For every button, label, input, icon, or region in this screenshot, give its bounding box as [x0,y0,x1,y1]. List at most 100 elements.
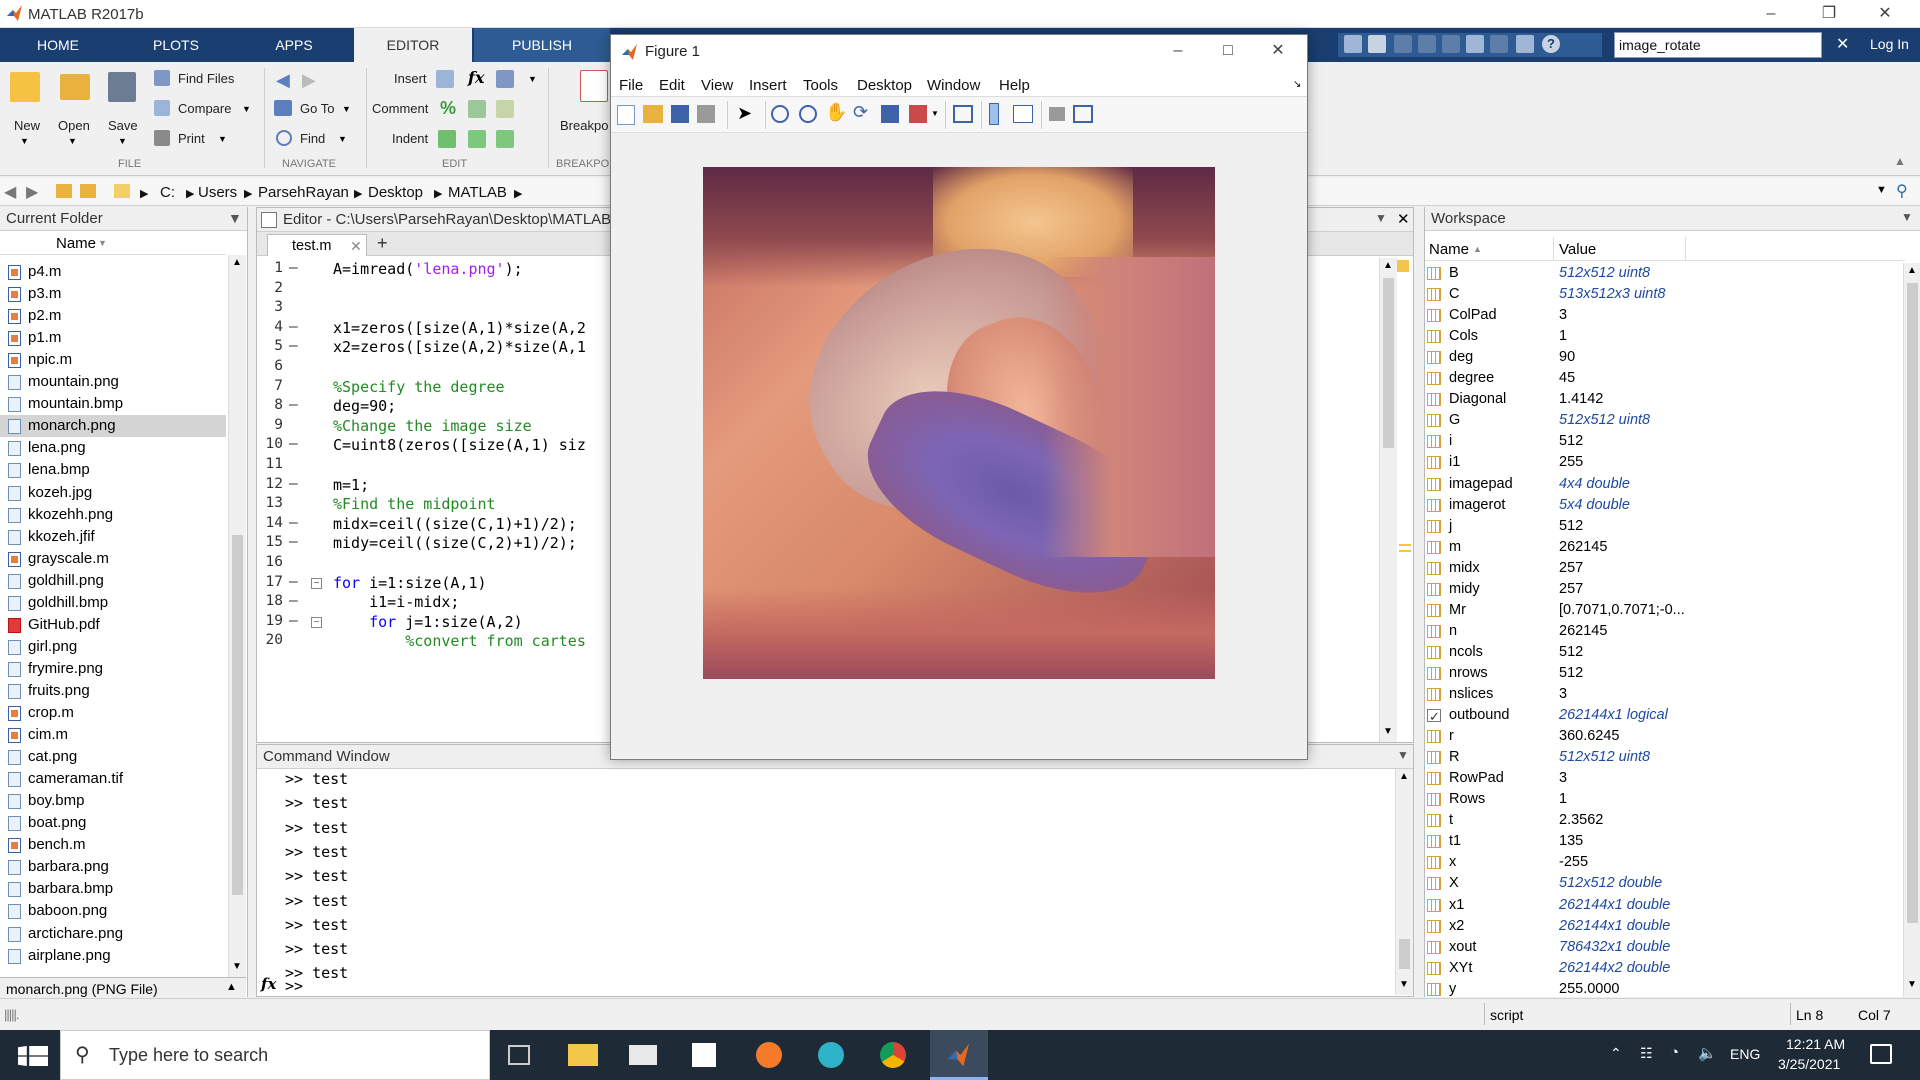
breakpoint-marker[interactable]: – [289,593,298,609]
sort-arrow-icon[interactable]: ▼ [98,238,107,248]
figure-maximize-button[interactable]: □ [1205,39,1251,63]
hide-plot-tools-icon[interactable] [1049,107,1065,121]
command-output[interactable]: >> test >> test >> test >> test >> test >> te… [257,769,1387,991]
show-hidden-icons-icon[interactable]: ⌃ [1610,1045,1622,1062]
up-folder-icon[interactable] [56,184,72,198]
new-button[interactable]: New [14,118,40,133]
workspace-variable-row[interactable]: B 512x512 uint8 [1425,263,1905,284]
breakpoint-marker[interactable]: – [289,338,298,354]
command-window-actions-icon[interactable]: ▼ [1397,748,1409,762]
file-list-item[interactable]: cat.png [8,746,77,768]
breakpoint-marker[interactable]: – [289,515,298,531]
menu-desktop[interactable]: Desktop [857,77,912,94]
workspace-variable-row[interactable]: R 512x512 uint8 [1425,747,1905,768]
file-list-item[interactable]: goldhill.png [8,570,104,592]
collapse-ribbon-icon[interactable]: ▲ [1894,154,1906,168]
scroll-down-icon[interactable]: ▼ [1399,979,1409,990]
scroll-thumb[interactable] [1907,283,1918,923]
chrome-icon[interactable] [880,1042,906,1068]
workspace-variable-row[interactable]: Rows 1 [1425,789,1905,810]
wrap-comments-icon[interactable] [496,100,514,118]
breakpoint-marker[interactable]: – [289,397,298,413]
close-tab-icon[interactable]: ✕ [350,238,362,255]
zoom-in-icon[interactable] [771,105,789,123]
chevron-down-icon[interactable]: ▼ [342,104,351,114]
file-list-item[interactable]: GitHub.pdf [8,614,100,636]
workspace-variable-row[interactable]: x1 262144x1 double [1425,895,1905,916]
copy-icon[interactable] [1418,35,1436,53]
code-line[interactable]: midx=ceil((size(C,1)+1)/2); [333,515,577,533]
figure-minimize-button[interactable]: – [1155,39,1201,63]
workspace-variable-row[interactable]: ✓ outbound 262144x1 logical [1425,705,1905,726]
clock-time[interactable]: 12:21 AM [1786,1036,1845,1052]
code-line[interactable]: %Change the image size [333,417,532,435]
file-list-item[interactable]: barbara.png [8,856,109,878]
file-list-item[interactable]: kkozehh.png [8,504,113,526]
file-list-item[interactable]: cameraman.tif [8,768,123,790]
scroll-down-icon[interactable]: ▼ [232,961,242,972]
name-column-header[interactable]: Name [56,235,96,252]
workspace-variable-row[interactable]: midy 257 [1425,579,1905,600]
code-line[interactable]: for j=1:size(A,2) [333,613,523,631]
compare-icon[interactable] [154,100,170,116]
file-list-item[interactable]: mountain.bmp [8,393,123,415]
scroll-thumb[interactable] [232,535,243,895]
workspace-variable-row[interactable]: imagerot 5x4 double [1425,495,1905,516]
file-list-item[interactable]: kozeh.jpg [8,482,92,504]
open-icon[interactable] [60,74,90,100]
figure-close-button[interactable]: ✕ [1255,39,1301,63]
file-list-item[interactable]: cim.m [8,724,68,746]
breadcrumb-user[interactable]: ParsehRayan [258,184,349,201]
insert-button[interactable]: Insert [394,71,427,86]
code-line[interactable]: %Find the midpoint [333,495,496,513]
file-list-item[interactable]: boat.png [8,812,86,834]
sort-arrow-icon[interactable]: ▲ [1473,244,1482,254]
colorbar-icon[interactable] [989,103,999,125]
wifi-icon[interactable]: ◔ [1670,1044,1679,1061]
workspace-variable-row[interactable]: Cols 1 [1425,326,1905,347]
file-list-item[interactable]: monarch.png [0,415,226,438]
data-cursor-icon[interactable] [881,105,899,123]
breadcrumb-matlab[interactable]: MATLAB [448,184,507,201]
code-line[interactable]: m=1; [333,476,369,494]
file-list-item[interactable]: frymire.png [8,658,103,680]
file-list-item[interactable]: mountain.png [8,371,119,393]
matlab-taskbar-button[interactable] [930,1030,988,1080]
clock-date[interactable]: 3/25/2021 [1778,1056,1840,1072]
file-list-item[interactable]: barbara.bmp [8,878,113,900]
file-list-item[interactable]: baboon.png [8,900,107,922]
file-list-item[interactable]: arcticharе.png [8,923,123,945]
breakpoint-marker[interactable]: – [289,613,298,629]
cut-icon[interactable] [1394,35,1412,53]
comment-percent-icon[interactable]: % [440,98,456,119]
warning-marker[interactable] [1399,544,1411,546]
file-list-item[interactable]: p4.m [8,261,61,283]
edit-plot-arrow-icon[interactable]: ➤ [737,103,752,124]
workspace-variable-row[interactable]: i 512 [1425,431,1905,452]
open-file-icon[interactable] [643,105,663,123]
panel-actions-icon[interactable]: ▼ [228,210,242,226]
new-icon[interactable] [10,72,40,102]
scroll-thumb[interactable] [1383,278,1394,448]
file-list-item[interactable]: goldhill.bmp [8,592,108,614]
breakpoint-marker[interactable]: – [289,476,298,492]
uncomment-icon[interactable] [468,100,486,118]
workspace-variable-row[interactable]: ColPad 3 [1425,305,1905,326]
tab-editor[interactable]: EDITOR [354,28,472,62]
workspace-variable-row[interactable]: deg 90 [1425,347,1905,368]
network-icon[interactable]: ☷ [1640,1045,1653,1062]
code-line[interactable]: for i=1:size(A,1) [333,574,487,592]
file-list-item[interactable]: p3.m [8,283,61,305]
brush-icon[interactable] [909,105,927,123]
code-analyzer-indicator[interactable] [1397,260,1409,272]
workspace-variable-row[interactable]: j 512 [1425,516,1905,537]
chevron-down-icon[interactable]: ▼ [242,104,251,114]
browse-folder-icon[interactable] [80,184,96,198]
restore-button[interactable]: ❐ [1806,2,1852,26]
workspace-actions-icon[interactable]: ▼ [1901,210,1913,224]
file-list-item[interactable]: npic.m [8,349,72,371]
menu-edit[interactable]: Edit [659,77,685,94]
editor-close-icon[interactable]: ✕ [1397,210,1410,228]
workspace-variable-row[interactable]: nslices 3 [1425,684,1905,705]
workspace-variable-row[interactable]: n 262145 [1425,621,1905,642]
